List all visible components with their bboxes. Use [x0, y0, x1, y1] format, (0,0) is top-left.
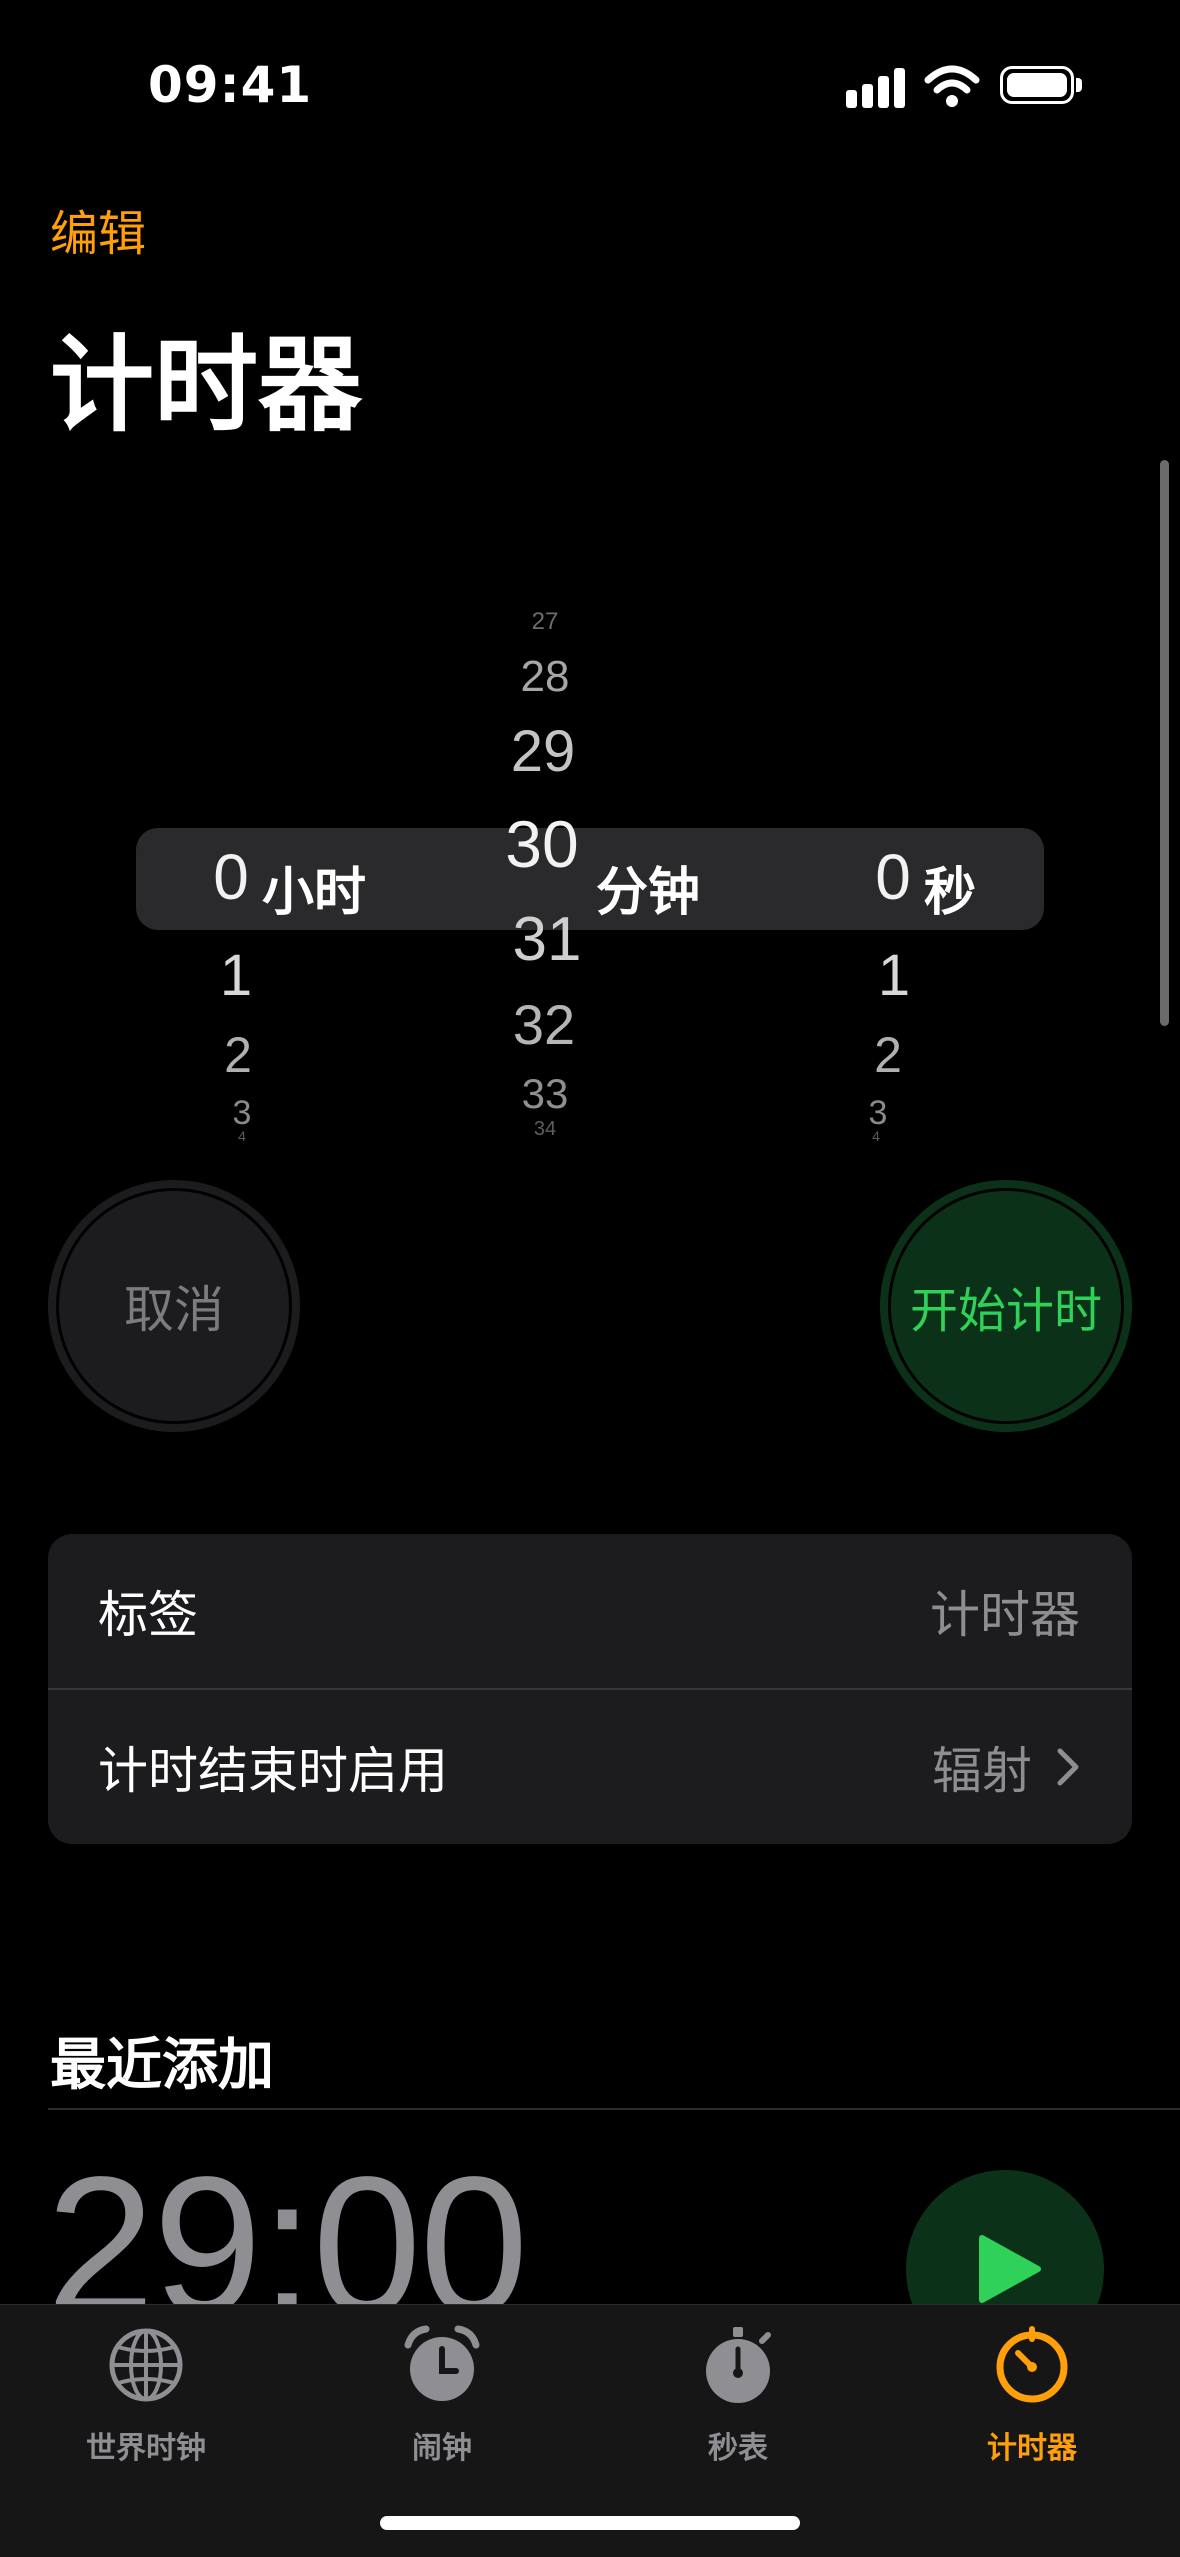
- minutes-option[interactable]: 32: [498, 992, 590, 1057]
- status-time: 09:41: [148, 56, 313, 114]
- section-divider: [48, 2108, 1180, 2110]
- seconds-option[interactable]: 2: [858, 1026, 918, 1084]
- timer-icon: [996, 2326, 1068, 2403]
- minutes-option[interactable]: 27: [500, 608, 590, 636]
- scroll-indicator[interactable]: [1160, 460, 1169, 1026]
- start-timer-button-label: 开始计时: [888, 1188, 1124, 1424]
- tab-label: 计时器: [987, 2431, 1077, 2466]
- minutes-option[interactable]: 33: [500, 1070, 590, 1118]
- tab-stopwatch[interactable]: 秒表: [638, 2325, 838, 2467]
- seconds-selected[interactable]: 0: [858, 840, 928, 914]
- minutes-option[interactable]: 29: [496, 718, 590, 785]
- wifi-icon: [924, 65, 980, 107]
- tab-alarm[interactable]: 闹钟: [342, 2325, 542, 2467]
- label-row-value[interactable]: 计时器: [930, 1575, 1080, 1647]
- page-title: 计时器: [50, 324, 363, 446]
- hours-option[interactable]: 2: [208, 1026, 268, 1084]
- minutes-option[interactable]: 31: [502, 904, 592, 975]
- battery-cap: [1076, 78, 1082, 92]
- battery-icon: [1000, 66, 1074, 104]
- minutes-option[interactable]: 34: [500, 1118, 590, 1141]
- hours-option[interactable]: 4: [212, 1128, 272, 1144]
- start-timer-button[interactable]: 开始计时: [880, 1180, 1132, 1432]
- seconds-option[interactable]: 4: [846, 1128, 906, 1144]
- minutes-selected[interactable]: 30: [494, 806, 590, 882]
- when-timer-ends-row[interactable]: 计时结束时启用 辐射: [48, 1690, 1132, 1844]
- minutes-unit-label: 分钟: [596, 863, 701, 923]
- tab-timer[interactable]: 计时器: [932, 2325, 1132, 2467]
- tab-label: 秒表: [708, 2431, 768, 2466]
- alarm-clock-icon: [404, 2325, 480, 2401]
- cellular-signal-icon: [846, 66, 906, 108]
- seconds-unit-label: 秒: [924, 863, 977, 923]
- home-indicator[interactable]: [380, 2516, 800, 2530]
- play-icon: [979, 2235, 1041, 2303]
- hours-selected[interactable]: 0: [196, 840, 266, 914]
- globe-icon: [109, 2328, 183, 2402]
- cancel-button[interactable]: 取消: [48, 1180, 300, 1432]
- label-row-title: 标签: [98, 1586, 198, 1644]
- tab-world-clock[interactable]: 世界时钟: [46, 2325, 246, 2467]
- chevron-right-icon: [1057, 1748, 1079, 1786]
- tab-label: 世界时钟: [86, 2431, 206, 2466]
- ringtone-value: 辐射: [932, 1742, 1032, 1800]
- hours-unit-label: 小时: [262, 863, 367, 923]
- edit-button[interactable]: 编辑: [50, 194, 146, 264]
- when-timer-ends-title: 计时结束时启用: [98, 1742, 448, 1800]
- recents-section-title: 最近添加: [50, 2033, 274, 2098]
- tab-label: 闹钟: [412, 2431, 472, 2466]
- timer-settings-group: 标签 计时器 计时结束时启用 辐射: [48, 1534, 1132, 1844]
- seconds-option[interactable]: 1: [864, 942, 924, 1009]
- hours-option[interactable]: 1: [206, 942, 266, 1009]
- cancel-button-label: 取消: [56, 1188, 292, 1424]
- label-row[interactable]: 标签 计时器: [48, 1534, 1132, 1688]
- minutes-option[interactable]: 28: [500, 652, 590, 702]
- stopwatch-icon: [706, 2327, 771, 2403]
